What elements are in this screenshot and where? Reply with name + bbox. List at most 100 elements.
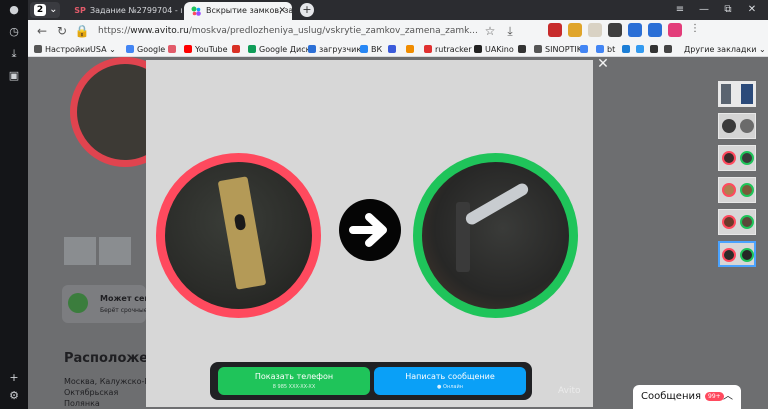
bookmark-extra[interactable] xyxy=(636,44,647,55)
reload-icon[interactable]: ↻ xyxy=(54,23,70,39)
chevron-up-icon: ︿ xyxy=(723,391,733,402)
bookmark-google-drive[interactable]: Google Диск xyxy=(248,44,310,55)
gallery-thumb-active[interactable] xyxy=(718,241,756,267)
sidebar-app-icon[interactable]: ▣ xyxy=(6,68,22,84)
messages-button[interactable]: Сообщения 99+ ︿ xyxy=(633,385,741,409)
extension-icon[interactable] xyxy=(588,23,602,37)
google-drive-icon xyxy=(248,45,256,53)
bookmark-extra[interactable] xyxy=(664,44,675,55)
thumb-image xyxy=(722,248,736,262)
minimize-icon[interactable]: — xyxy=(694,2,714,18)
gallery-thumb[interactable] xyxy=(718,177,756,203)
tab-count-button[interactable]: 2 ⌄ xyxy=(30,2,60,18)
menu-icon[interactable]: ≡ xyxy=(670,2,690,18)
bookmark-extra[interactable] xyxy=(650,44,661,55)
profile-icon[interactable]: ● xyxy=(6,2,22,18)
tab-zadanie[interactable]: SP Задание №2799704 - про xyxy=(68,2,182,20)
bookmark-icon[interactable]: ☆ xyxy=(482,23,498,39)
avito-watermark: Avito xyxy=(558,386,581,396)
bookmark-extra[interactable] xyxy=(406,44,417,55)
bookmarks-bar: Настройки USA ⌄ Google YouTube Google Ди… xyxy=(28,42,768,57)
gallery-thumb[interactable] xyxy=(718,81,756,107)
tab-close-icon[interactable]: ✕ xyxy=(278,2,286,20)
bookmark-google[interactable]: Google xyxy=(126,44,165,55)
bookmark-rutracker[interactable]: rutracker xyxy=(424,44,472,55)
extension-icon[interactable] xyxy=(608,23,622,37)
extensions-menu-icon[interactable]: ⋮ xyxy=(688,23,702,37)
address-bar[interactable]: https://www.avito.ru/moskva/predlozheniy… xyxy=(98,23,478,39)
show-phone-button[interactable]: Показать телефон 8 985 XXX-XX-XX xyxy=(218,367,370,395)
thumb-image xyxy=(740,183,754,197)
bookmark-uakino[interactable]: UAKino xyxy=(474,44,514,55)
bookmark-extra[interactable] xyxy=(388,44,399,55)
background-availability-card: Может сего Берёт срочные xyxy=(62,285,154,323)
bookmark-favicon-icon xyxy=(664,45,672,53)
bookmark-favicon-icon xyxy=(168,45,176,53)
tab-count: 2 xyxy=(34,4,46,16)
url-path: /moskva/predlozheniya_uslug/vskrytie_zam… xyxy=(188,26,478,36)
bt-icon xyxy=(596,45,604,53)
thumb-image xyxy=(722,215,736,229)
sidebar-add-icon[interactable]: + xyxy=(6,370,22,386)
bookmark-favicon-icon xyxy=(622,45,630,53)
tab-title: Задание №2799704 - про xyxy=(90,6,182,15)
bookmark-folder-usa[interactable]: USA ⌄ xyxy=(90,44,116,55)
bookmark-extra[interactable] xyxy=(622,44,633,55)
bookmark-downloader[interactable]: загрузчик xyxy=(308,44,361,55)
write-message-button[interactable]: Написать сообщение ● Онлайн xyxy=(374,367,526,395)
maximize-icon[interactable]: ⧉ xyxy=(718,2,738,18)
bookmark-favicon-icon xyxy=(580,45,588,53)
bookmark-vk[interactable]: ВК xyxy=(360,44,382,55)
thumb-image xyxy=(741,84,753,104)
tab-avito[interactable]: Вскрытие замков, заме ✕ xyxy=(184,2,292,20)
bookmark-extra[interactable] xyxy=(580,44,591,55)
bookmark-youtube[interactable]: YouTube xyxy=(184,44,228,55)
thumb-image xyxy=(740,248,754,262)
arrow-right-icon xyxy=(339,199,401,261)
extension-icon[interactable] xyxy=(648,23,662,37)
bookmark-favicon-icon xyxy=(636,45,644,53)
back-icon[interactable]: ← xyxy=(34,23,50,39)
gallery-thumb[interactable] xyxy=(718,145,756,171)
image-gallery-modal: Показать телефон 8 985 XXX-XX-XX Написат… xyxy=(146,60,593,407)
uakino-icon xyxy=(474,45,482,53)
thumb-image xyxy=(740,119,754,133)
close-gallery-button[interactable]: ✕ xyxy=(596,57,610,71)
metro-station: Полянка xyxy=(64,399,100,408)
extension-icon[interactable] xyxy=(548,23,562,37)
messages-label: Сообщения xyxy=(641,391,702,402)
gallery-thumbnails xyxy=(718,81,756,273)
extension-icon[interactable] xyxy=(668,23,682,37)
background-thumb xyxy=(99,237,131,265)
bookmark-gmail[interactable] xyxy=(232,44,243,55)
clock-icon xyxy=(68,293,88,313)
lock-icon: 🔒 xyxy=(74,24,90,38)
downloads-icon[interactable]: ⤓ xyxy=(6,46,22,62)
thumb-image xyxy=(722,151,736,165)
close-window-icon[interactable]: ✕ xyxy=(742,2,762,18)
extension-icon[interactable] xyxy=(628,23,642,37)
before-photo xyxy=(156,153,321,318)
bookmark-sinoptik[interactable]: SINOPTIK xyxy=(534,44,582,55)
extensions-bar: ⋮ xyxy=(548,23,702,39)
bookmark-favicon-icon xyxy=(518,45,526,53)
other-bookmarks-folder[interactable]: Другие закладки ⌄ xyxy=(684,44,766,55)
bookmark-extra[interactable] xyxy=(518,44,529,55)
bookmark-settings[interactable]: Настройки xyxy=(34,44,90,55)
page-content: Может сего Берёт срочные Расположени Мос… xyxy=(28,57,768,409)
bookmark-extra[interactable] xyxy=(168,44,179,55)
new-tab-button[interactable]: + xyxy=(300,3,314,17)
history-icon[interactable]: ◷ xyxy=(6,24,22,40)
sidebar-settings-icon[interactable]: ⚙ xyxy=(6,388,22,404)
download-icon[interactable]: ⤓ xyxy=(502,23,518,39)
gallery-thumb[interactable] xyxy=(718,209,756,235)
door-handle xyxy=(463,181,531,227)
gallery-thumb[interactable] xyxy=(718,113,756,139)
lock-plate xyxy=(217,176,267,290)
browser-sidebar: ● ◷ ⤓ ▣ + ⚙ xyxy=(0,0,28,409)
extension-icon[interactable] xyxy=(568,23,582,37)
gear-icon xyxy=(34,45,42,53)
bookmark-bt[interactable]: bt xyxy=(596,44,615,55)
thumb-image xyxy=(722,183,736,197)
availability-subtitle: Берёт срочные xyxy=(100,307,148,314)
